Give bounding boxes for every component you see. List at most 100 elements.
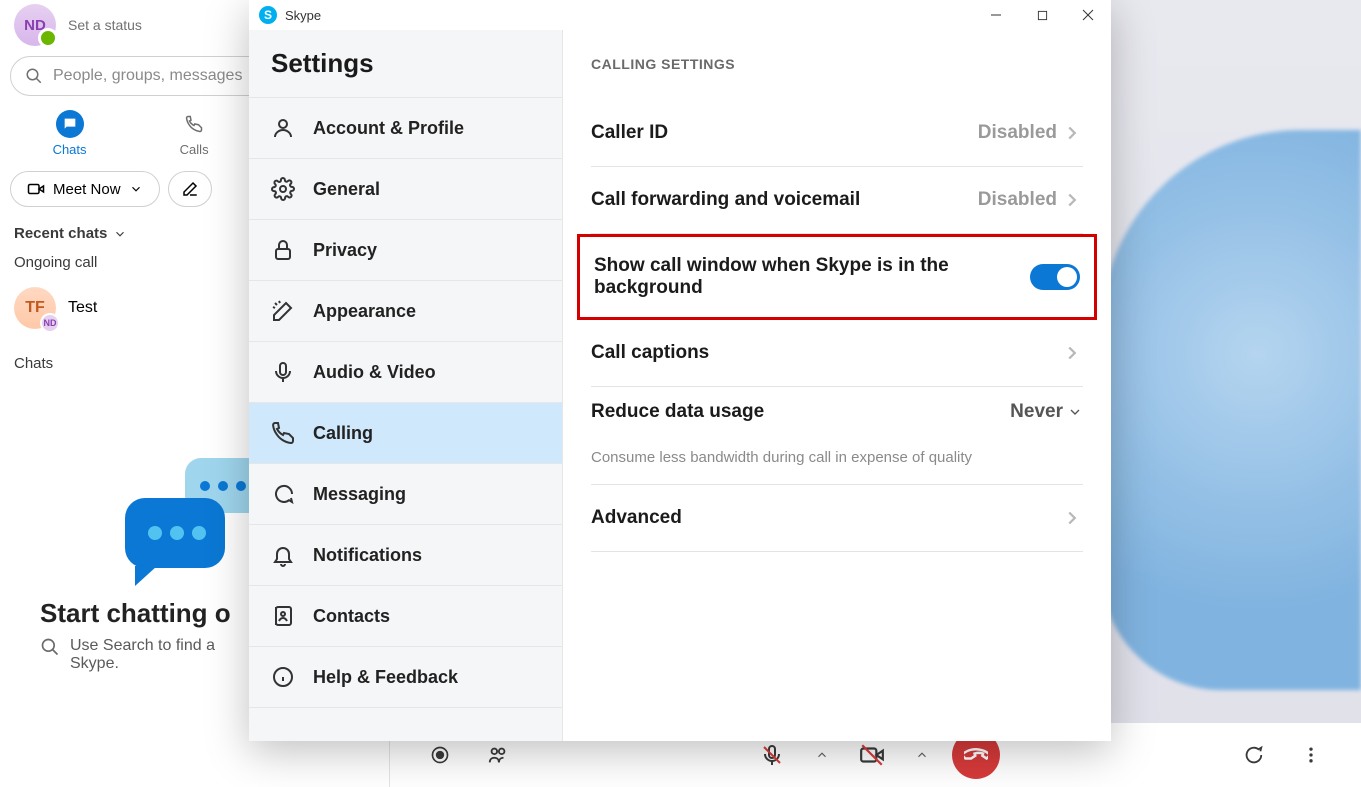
close-button[interactable] (1065, 0, 1111, 30)
edit-icon (181, 180, 199, 198)
mic-chevron[interactable] (810, 743, 834, 767)
call-background-shape (1101, 130, 1361, 690)
search-placeholder: People, groups, messages (53, 67, 242, 85)
chats-label: Chats (14, 355, 53, 372)
show-window-label: Show call window when Skype is in the ba… (594, 255, 954, 299)
nav-account[interactable]: Account & Profile (249, 97, 562, 158)
settings-content: CALLING SETTINGS Caller ID Disabled Call… (563, 30, 1111, 741)
row-forwarding[interactable]: Call forwarding and voicemail Disabled (591, 167, 1083, 234)
avatar-initials: ND (24, 17, 46, 34)
app-icon: S (259, 6, 277, 24)
nav-audio[interactable]: Audio & Video (249, 341, 562, 402)
nav-notifications-label: Notifications (313, 545, 422, 566)
lock-icon (271, 238, 295, 262)
search-icon (25, 67, 43, 85)
nav-privacy-label: Privacy (313, 240, 377, 261)
reduce-value: Never (1010, 401, 1063, 423)
meet-now-button[interactable]: Meet Now (10, 171, 160, 207)
reduce-desc: Consume less bandwidth during call in ex… (591, 449, 1083, 466)
nav-general-label: General (313, 179, 380, 200)
minimize-button[interactable] (973, 0, 1019, 30)
nav-calling-label: Calling (313, 423, 373, 444)
camera-chevron[interactable] (910, 743, 934, 767)
mic-icon (271, 360, 295, 384)
caller-id-value: Disabled (978, 122, 1057, 144)
search-icon (40, 637, 60, 657)
nav-contacts-label: Contacts (313, 606, 390, 627)
row-captions[interactable]: Call captions (591, 320, 1083, 387)
gear-icon (271, 177, 295, 201)
person-icon (271, 116, 295, 140)
bell-icon (271, 543, 295, 567)
show-window-toggle[interactable] (1030, 264, 1080, 290)
empty-sub1: Use Search to find a (70, 637, 215, 655)
nav-messaging-label: Messaging (313, 484, 406, 505)
new-chat-button[interactable] (168, 171, 212, 207)
meet-now-label: Meet Now (53, 181, 121, 198)
chevron-down-icon (1067, 404, 1083, 420)
mic-button[interactable] (752, 735, 792, 775)
info-icon (271, 665, 295, 689)
captions-label: Call captions (591, 342, 709, 364)
tab-calls-label: Calls (180, 142, 209, 157)
caller-id-label: Caller ID (591, 122, 668, 144)
chevron-down-icon (113, 227, 127, 241)
nav-help-label: Help & Feedback (313, 667, 458, 688)
chevron-right-icon (1061, 189, 1083, 211)
forwarding-label: Call forwarding and voicemail (591, 189, 860, 211)
chat-name: Test (68, 299, 97, 317)
window-title: Skype (285, 8, 321, 23)
message-icon (271, 482, 295, 506)
nav-privacy[interactable]: Privacy (249, 219, 562, 280)
phone-icon (185, 115, 203, 133)
row-caller-id[interactable]: Caller ID Disabled (591, 100, 1083, 167)
nav-account-label: Account & Profile (313, 118, 464, 139)
maximize-button[interactable] (1019, 0, 1065, 30)
settings-title: Settings (249, 48, 562, 97)
titlebar: S Skype (249, 0, 1111, 30)
chevron-right-icon (1061, 122, 1083, 144)
row-reduce-data[interactable]: Reduce data usage Never Consume less ban… (591, 387, 1083, 485)
wand-icon (271, 299, 295, 323)
record-button[interactable] (420, 735, 460, 775)
chat-avatar: TF ND (14, 287, 56, 329)
content-heading: CALLING SETTINGS (591, 56, 1083, 72)
book-icon (271, 604, 295, 628)
recent-chats-label: Recent chats (14, 225, 107, 242)
empty-sub2: Skype. (70, 655, 215, 673)
advanced-label: Advanced (591, 507, 682, 529)
phone-icon (271, 421, 295, 445)
row-advanced[interactable]: Advanced (591, 485, 1083, 552)
ongoing-label: Ongoing call (14, 254, 97, 271)
chat-icon (62, 116, 78, 132)
chevron-right-icon (1061, 507, 1083, 529)
nav-help[interactable]: Help & Feedback (249, 646, 562, 708)
reduce-label: Reduce data usage (591, 401, 764, 423)
avatar[interactable]: ND (14, 4, 56, 46)
more-button[interactable] (1291, 735, 1331, 775)
nav-contacts[interactable]: Contacts (249, 585, 562, 646)
nav-notifications[interactable]: Notifications (249, 524, 562, 585)
forwarding-value: Disabled (978, 189, 1057, 211)
nav-general[interactable]: General (249, 158, 562, 219)
status-text[interactable]: Set a status (68, 17, 142, 33)
nav-appearance[interactable]: Appearance (249, 280, 562, 341)
nav-audio-label: Audio & Video (313, 362, 436, 383)
tab-chats[interactable]: Chats (53, 110, 87, 157)
tab-calls[interactable]: Calls (180, 110, 209, 157)
tab-chats-label: Chats (53, 142, 87, 157)
camera-button[interactable] (852, 735, 892, 775)
nav-appearance-label: Appearance (313, 301, 416, 322)
video-icon (27, 180, 45, 198)
chat-avatar-sub: ND (40, 313, 60, 333)
participants-button[interactable] (478, 735, 518, 775)
chat-button[interactable] (1233, 735, 1273, 775)
nav-messaging[interactable]: Messaging (249, 463, 562, 524)
settings-window: S Skype Settings Account & Profile Gener… (249, 0, 1111, 741)
nav-calling[interactable]: Calling (249, 402, 562, 463)
settings-nav: Settings Account & Profile General Priva… (249, 30, 563, 741)
row-show-call-window[interactable]: Show call window when Skype is in the ba… (577, 234, 1097, 320)
chevron-right-icon (1061, 342, 1083, 364)
chevron-down-icon (129, 182, 143, 196)
chat-avatar-initials: TF (25, 299, 45, 317)
